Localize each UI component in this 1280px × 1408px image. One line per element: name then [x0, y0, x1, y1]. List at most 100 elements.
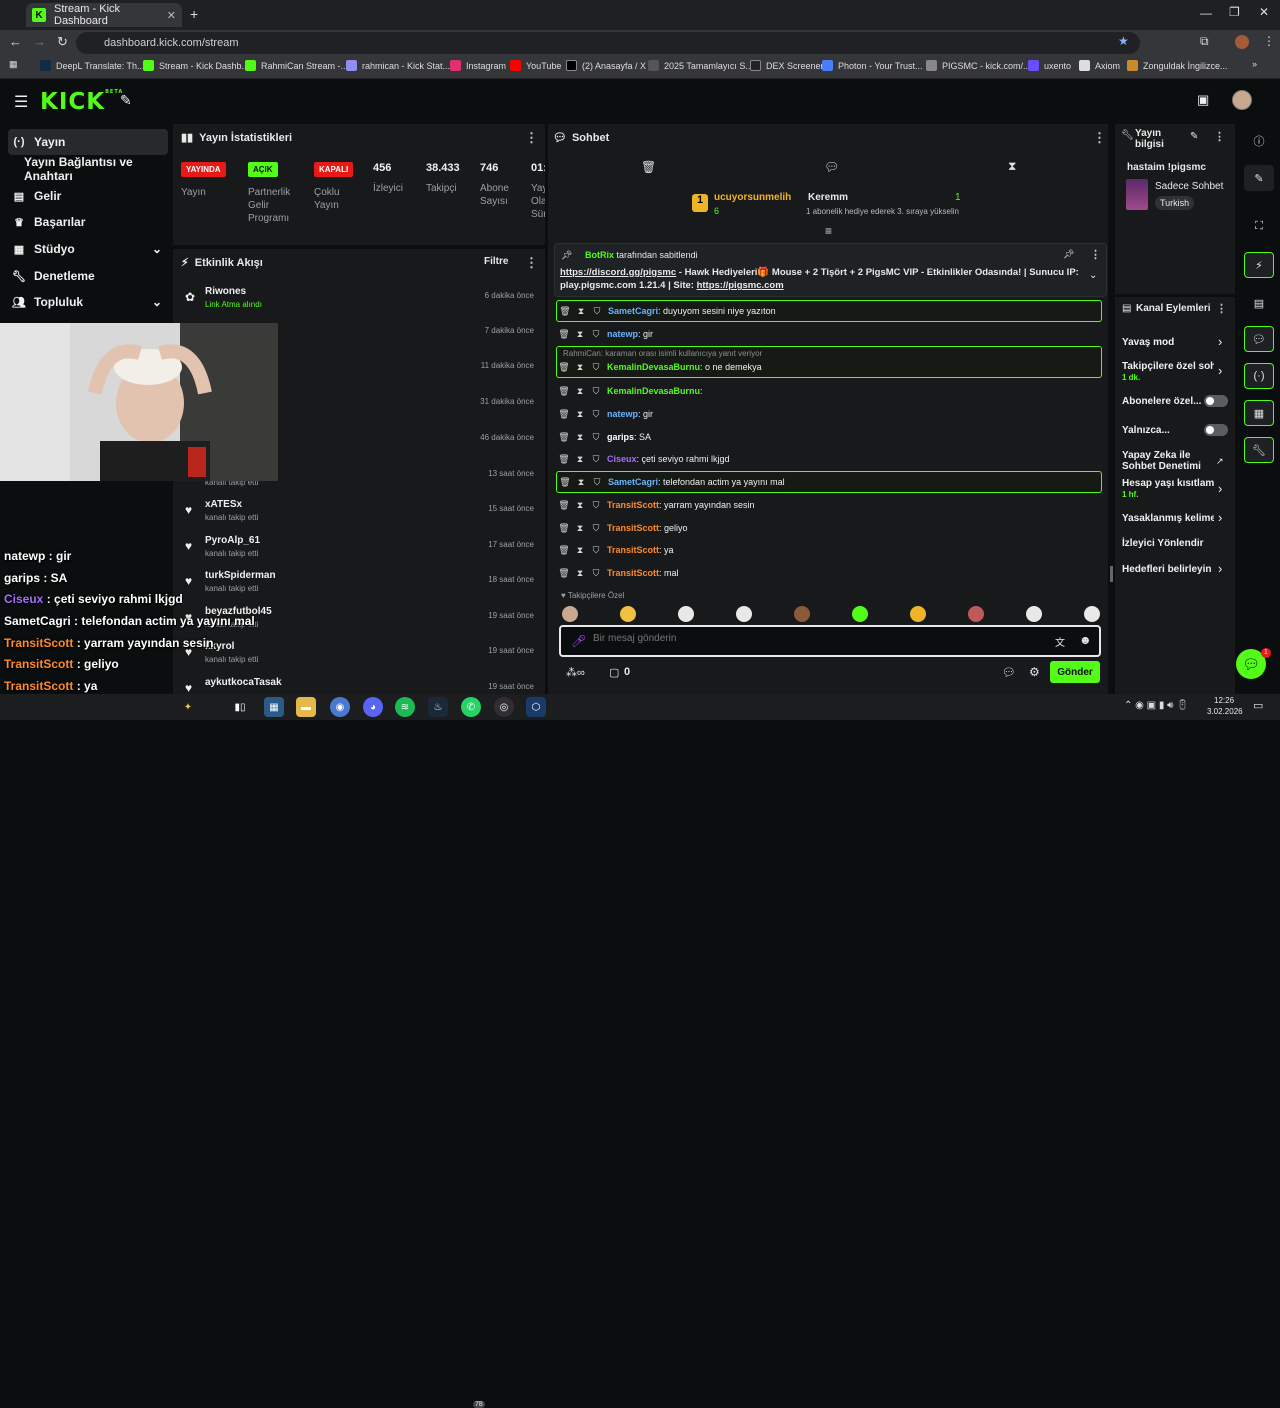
delete-icon[interactable]: 🗑︎	[557, 477, 573, 488]
nav-studio[interactable]: ▦ Stüdyo ⌄	[8, 236, 168, 262]
bookmark-zonguldak[interactable]: Zonguldak İngilizce...	[1127, 60, 1228, 71]
delete-icon[interactable]: 🗑︎	[557, 306, 573, 317]
new-tab-icon[interactable]: +	[190, 6, 198, 22]
timeout-icon[interactable]: ⧗	[573, 306, 589, 317]
activity-item[interactable]: ♥ xATESx kanalı takip etti 15 saat önce	[180, 499, 540, 533]
timeout-icon[interactable]: ⧗	[572, 386, 588, 397]
timeout-icon[interactable]: ⧗	[572, 432, 588, 443]
pinned-menu-icon[interactable]: ⋮	[1090, 248, 1101, 261]
gift-user-name[interactable]: ucuyorsunmelih	[714, 192, 791, 203]
bookmark-kick-dashboard[interactable]: Stream - Kick Dashb...	[143, 60, 249, 71]
chat-message[interactable]: 🗑︎ ⧗ ⛉ natewp: gir	[556, 403, 1102, 425]
emote-icon[interactable]	[968, 606, 984, 622]
pinned-link[interactable]: https://discord.gg/pigsmc	[560, 267, 676, 278]
emote-icon[interactable]	[794, 606, 810, 622]
bookmark-axiom[interactable]: Axiom	[1079, 60, 1120, 71]
forward-icon[interactable]: →	[33, 34, 46, 49]
chat-message[interactable]: 🗑︎ ⧗ ⛉ TransitScott: mal	[556, 562, 1102, 584]
chat-username[interactable]: TransitScott	[607, 568, 659, 578]
discord-icon[interactable]: ◕	[363, 697, 383, 717]
clock-date[interactable]: 3.02.2026	[1207, 707, 1243, 716]
activity-menu-icon[interactable]: ⋮	[525, 255, 538, 271]
channel-actions-menu-icon[interactable]: ⋮	[1216, 302, 1227, 315]
ban-icon[interactable]: ⛉	[588, 386, 604, 397]
nav-community[interactable]: 👥︎ Topluluk ⌄	[8, 289, 168, 315]
spotify-icon[interactable]: ≋	[395, 697, 415, 717]
folder-icon[interactable]: ▬	[296, 697, 316, 717]
delete-icon[interactable]: 🗑︎	[556, 500, 572, 511]
timeout-icon[interactable]: ⧗	[572, 409, 588, 420]
nav-revenue[interactable]: ▤ Gelir	[8, 183, 168, 209]
ban-icon[interactable]: ⛉	[588, 329, 604, 340]
wrench-icon[interactable]: 🔧︎	[1244, 437, 1274, 463]
activity-item[interactable]: ✿ Riwones Link Atma alındı 6 dakika önce	[180, 286, 540, 320]
emote-only-toggle[interactable]	[1204, 424, 1228, 436]
ban-icon[interactable]: ⛉	[588, 545, 604, 556]
delete-icon[interactable]: 🗑︎	[556, 568, 572, 579]
subscribers-only[interactable]: Abonelere özel...	[1122, 396, 1201, 407]
timeout-icon[interactable]: ⧗	[572, 454, 588, 465]
delete-icon[interactable]: 🗑︎	[556, 432, 572, 443]
url-field[interactable]: dashboard.kick.com/stream	[76, 32, 1140, 54]
chat-message[interactable]: 🗑︎ ⧗ ⛉ SametCagri: telefondan actim ya yayı…	[556, 471, 1102, 493]
ban-icon[interactable]: ⛉	[588, 568, 604, 579]
activity-item[interactable]: ♥ kkyrol kanalı takip etti 19 saat önce	[180, 641, 540, 675]
users-icon[interactable]: ⁂∞	[566, 666, 585, 679]
emote-icon[interactable]	[620, 606, 636, 622]
pinned-expand-icon[interactable]: ⌄	[1089, 270, 1097, 281]
chat-message[interactable]: 🗑︎ ⧗ ⛉ TransitScott: ya	[556, 539, 1102, 561]
nav-moderation[interactable]: 🔧︎ Denetleme	[8, 263, 168, 289]
timeout-icon[interactable]: ⧗	[572, 545, 588, 556]
stream-info-menu-icon[interactable]: ⋮	[1214, 130, 1225, 143]
activity-item[interactable]: ♥ PyroAlp_61 kanalı takip etti 17 saat önce	[180, 535, 540, 569]
chat-message[interactable]: 🗑︎ ⧗ ⛉ natewp: gir	[556, 323, 1102, 345]
gift-target-name[interactable]: Keremm	[808, 192, 848, 203]
nav-achievements[interactable]: ♛ Başarılar	[8, 209, 168, 235]
collapse-icon[interactable]: ≡	[825, 224, 832, 238]
pen-icon[interactable]: ✎	[1244, 165, 1274, 191]
timeout-icon[interactable]: ⧗	[572, 500, 588, 511]
task-view-icon[interactable]: ▮▯	[230, 697, 250, 717]
chat-username[interactable]: natewp	[607, 409, 638, 419]
chat-message[interactable]: 🗑︎ ⧗ ⛉ SametCagri: duyuyom sesini niye yazı…	[556, 300, 1102, 322]
delete-icon[interactable]: 🗑︎	[556, 386, 572, 397]
translate-icon[interactable]: 文	[1055, 634, 1065, 649]
unpin-icon[interactable]: 📌︎	[1063, 249, 1074, 260]
chat-message[interactable]: 🗑︎ ⧗ ⛉ garips: SA	[556, 426, 1102, 448]
settings-gear-icon[interactable]: ⚙︎	[1029, 665, 1040, 679]
filter-button[interactable]: Filtre	[484, 256, 508, 267]
category-name[interactable]: Sadece Sohbet	[1155, 181, 1223, 192]
ban-icon[interactable]: ⛉	[588, 432, 604, 443]
chat-username[interactable]: TransitScott	[607, 545, 659, 555]
chevron-right-icon[interactable]: ›	[1218, 510, 1222, 525]
tab-close-icon[interactable]: ✕	[167, 9, 176, 22]
scrollbar[interactable]	[1110, 566, 1113, 582]
chat-username[interactable]: TransitScott	[607, 523, 659, 533]
ban-icon[interactable]: ⛉	[588, 409, 604, 420]
bookmark-youtube[interactable]: YouTube	[510, 60, 561, 71]
chat-message[interactable]: 🗑︎ ⧗ ⛉ TransitScott: yarram yayından sesin	[556, 494, 1102, 516]
steam-icon[interactable]: ♨	[428, 697, 448, 717]
app-icon[interactable]: ⬡	[526, 697, 546, 717]
bookmark-instagram[interactable]: Instagram	[450, 60, 506, 71]
chat-input-box[interactable]: 🎤︎ 文 ☻	[559, 625, 1101, 657]
timeout-icon[interactable]: ⧗	[572, 568, 588, 579]
bookmark-photon[interactable]: Photon - Your Trust...	[822, 60, 923, 71]
emote-icon[interactable]	[736, 606, 752, 622]
edit-icon[interactable]: ✎	[1190, 131, 1198, 142]
emote-icon[interactable]	[562, 606, 578, 622]
chat-username[interactable]: KemalinDevasaBurnu	[607, 362, 700, 372]
chrome-icon[interactable]: ◉	[330, 697, 350, 717]
ban-icon[interactable]: ⛉	[588, 500, 604, 511]
kick-logo[interactable]: KICKBETA	[40, 89, 123, 115]
ban-icon[interactable]: ⛉	[588, 362, 604, 373]
layout-icon[interactable]: ▦	[1244, 400, 1274, 426]
broadcast-icon[interactable]: (·)	[1244, 363, 1274, 389]
extension-icon[interactable]: ⧉	[1200, 34, 1209, 49]
send-button[interactable]: Gönder	[1050, 661, 1100, 683]
emote-icon[interactable]	[678, 606, 694, 622]
delete-icon[interactable]: 🗑︎	[556, 362, 572, 373]
timeout-icon[interactable]: ⧗	[572, 329, 588, 340]
chat-menu-icon[interactable]: ⋮	[1093, 130, 1106, 146]
external-link-icon[interactable]: ↗	[1216, 456, 1224, 467]
